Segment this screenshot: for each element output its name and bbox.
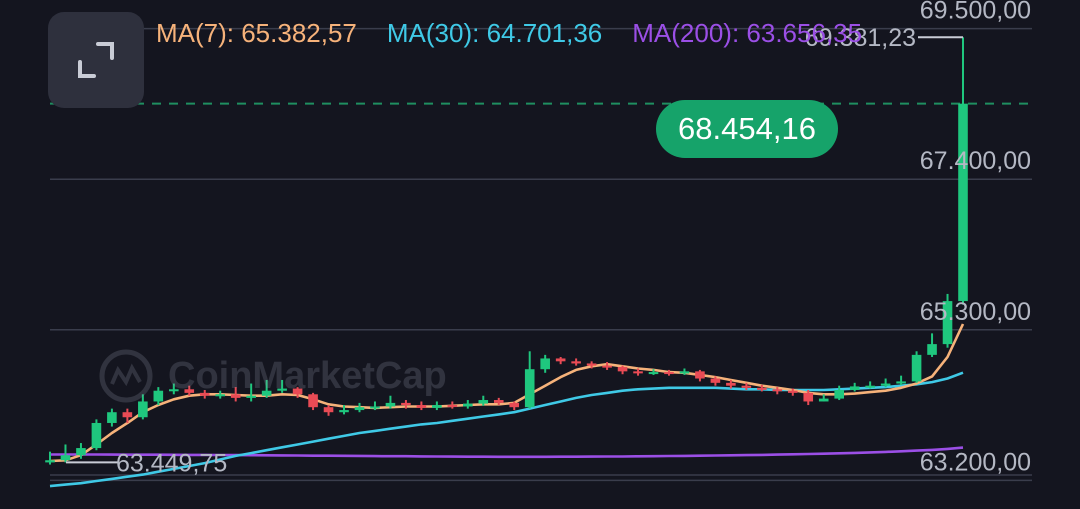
current-price-badge: 68.454,16	[656, 100, 838, 158]
legend-ma30: MA(30): 64.701,36	[386, 18, 603, 48]
candle-body	[354, 407, 365, 411]
candle-body	[927, 344, 937, 355]
watermark: CoinMarketCap	[96, 346, 447, 406]
candle-body	[633, 371, 643, 374]
candle-body	[602, 365, 612, 368]
candle-body	[726, 382, 736, 386]
candle-body	[880, 383, 891, 386]
expand-button[interactable]	[48, 12, 144, 108]
candle-body	[834, 389, 845, 399]
candle-body	[370, 406, 380, 409]
candle-body	[911, 354, 922, 382]
candle-body	[803, 392, 814, 402]
candle-body	[91, 422, 102, 449]
candle-body	[60, 455, 71, 461]
candle-body	[710, 378, 721, 383]
candle-body	[849, 386, 860, 390]
y-tick-label: 63.200,00	[920, 448, 1031, 476]
y-tick-label: 65.300,00	[920, 298, 1031, 326]
candle-body	[958, 103, 968, 302]
candle-body	[76, 448, 86, 456]
candle-body	[617, 367, 628, 372]
candle-body	[757, 387, 767, 390]
candle-body	[664, 372, 674, 375]
candle-body	[772, 389, 783, 392]
low-marker-label: 63.449,75	[116, 449, 227, 477]
candle-body	[45, 460, 55, 463]
candle-body	[896, 381, 906, 384]
candle-body	[818, 398, 829, 402]
candle-body	[741, 385, 752, 388]
candle-body	[679, 371, 690, 374]
candle-body	[493, 400, 504, 403]
candle-body	[478, 400, 489, 404]
candle-body	[447, 405, 458, 408]
legend-ma7: MA(7): 65.382,57	[156, 18, 357, 48]
candle-body	[122, 412, 133, 418]
legend-ma200: MA(200): 63.656,35	[632, 18, 863, 48]
candle-body	[695, 371, 705, 379]
expand-icon	[78, 42, 114, 78]
candle-body	[339, 410, 349, 413]
candle-body	[865, 385, 875, 388]
candle-body	[107, 412, 117, 423]
candle-body	[540, 358, 550, 370]
coinmarketcap-logo-icon	[99, 349, 153, 403]
candle-body	[555, 358, 566, 362]
y-tick-label: 67.400,00	[920, 147, 1031, 175]
price-chart: 69.381,2363.449,7569.500,0067.400,0065.3…	[45, 0, 1032, 488]
candle-body	[509, 402, 520, 408]
candle-body	[463, 403, 473, 407]
candle-body	[323, 407, 334, 413]
candle-body	[787, 390, 798, 393]
watermark-text: CoinMarketCap	[168, 354, 447, 397]
candle-body	[648, 372, 659, 375]
candle-body	[586, 363, 597, 366]
ma-legend: MA(7): 65.382,57 MA(30): 64.701,36 MA(20…	[156, 18, 862, 49]
candle-body	[524, 369, 535, 408]
candle-body	[571, 361, 581, 364]
y-tick-label: 69.500,00	[920, 0, 1031, 25]
